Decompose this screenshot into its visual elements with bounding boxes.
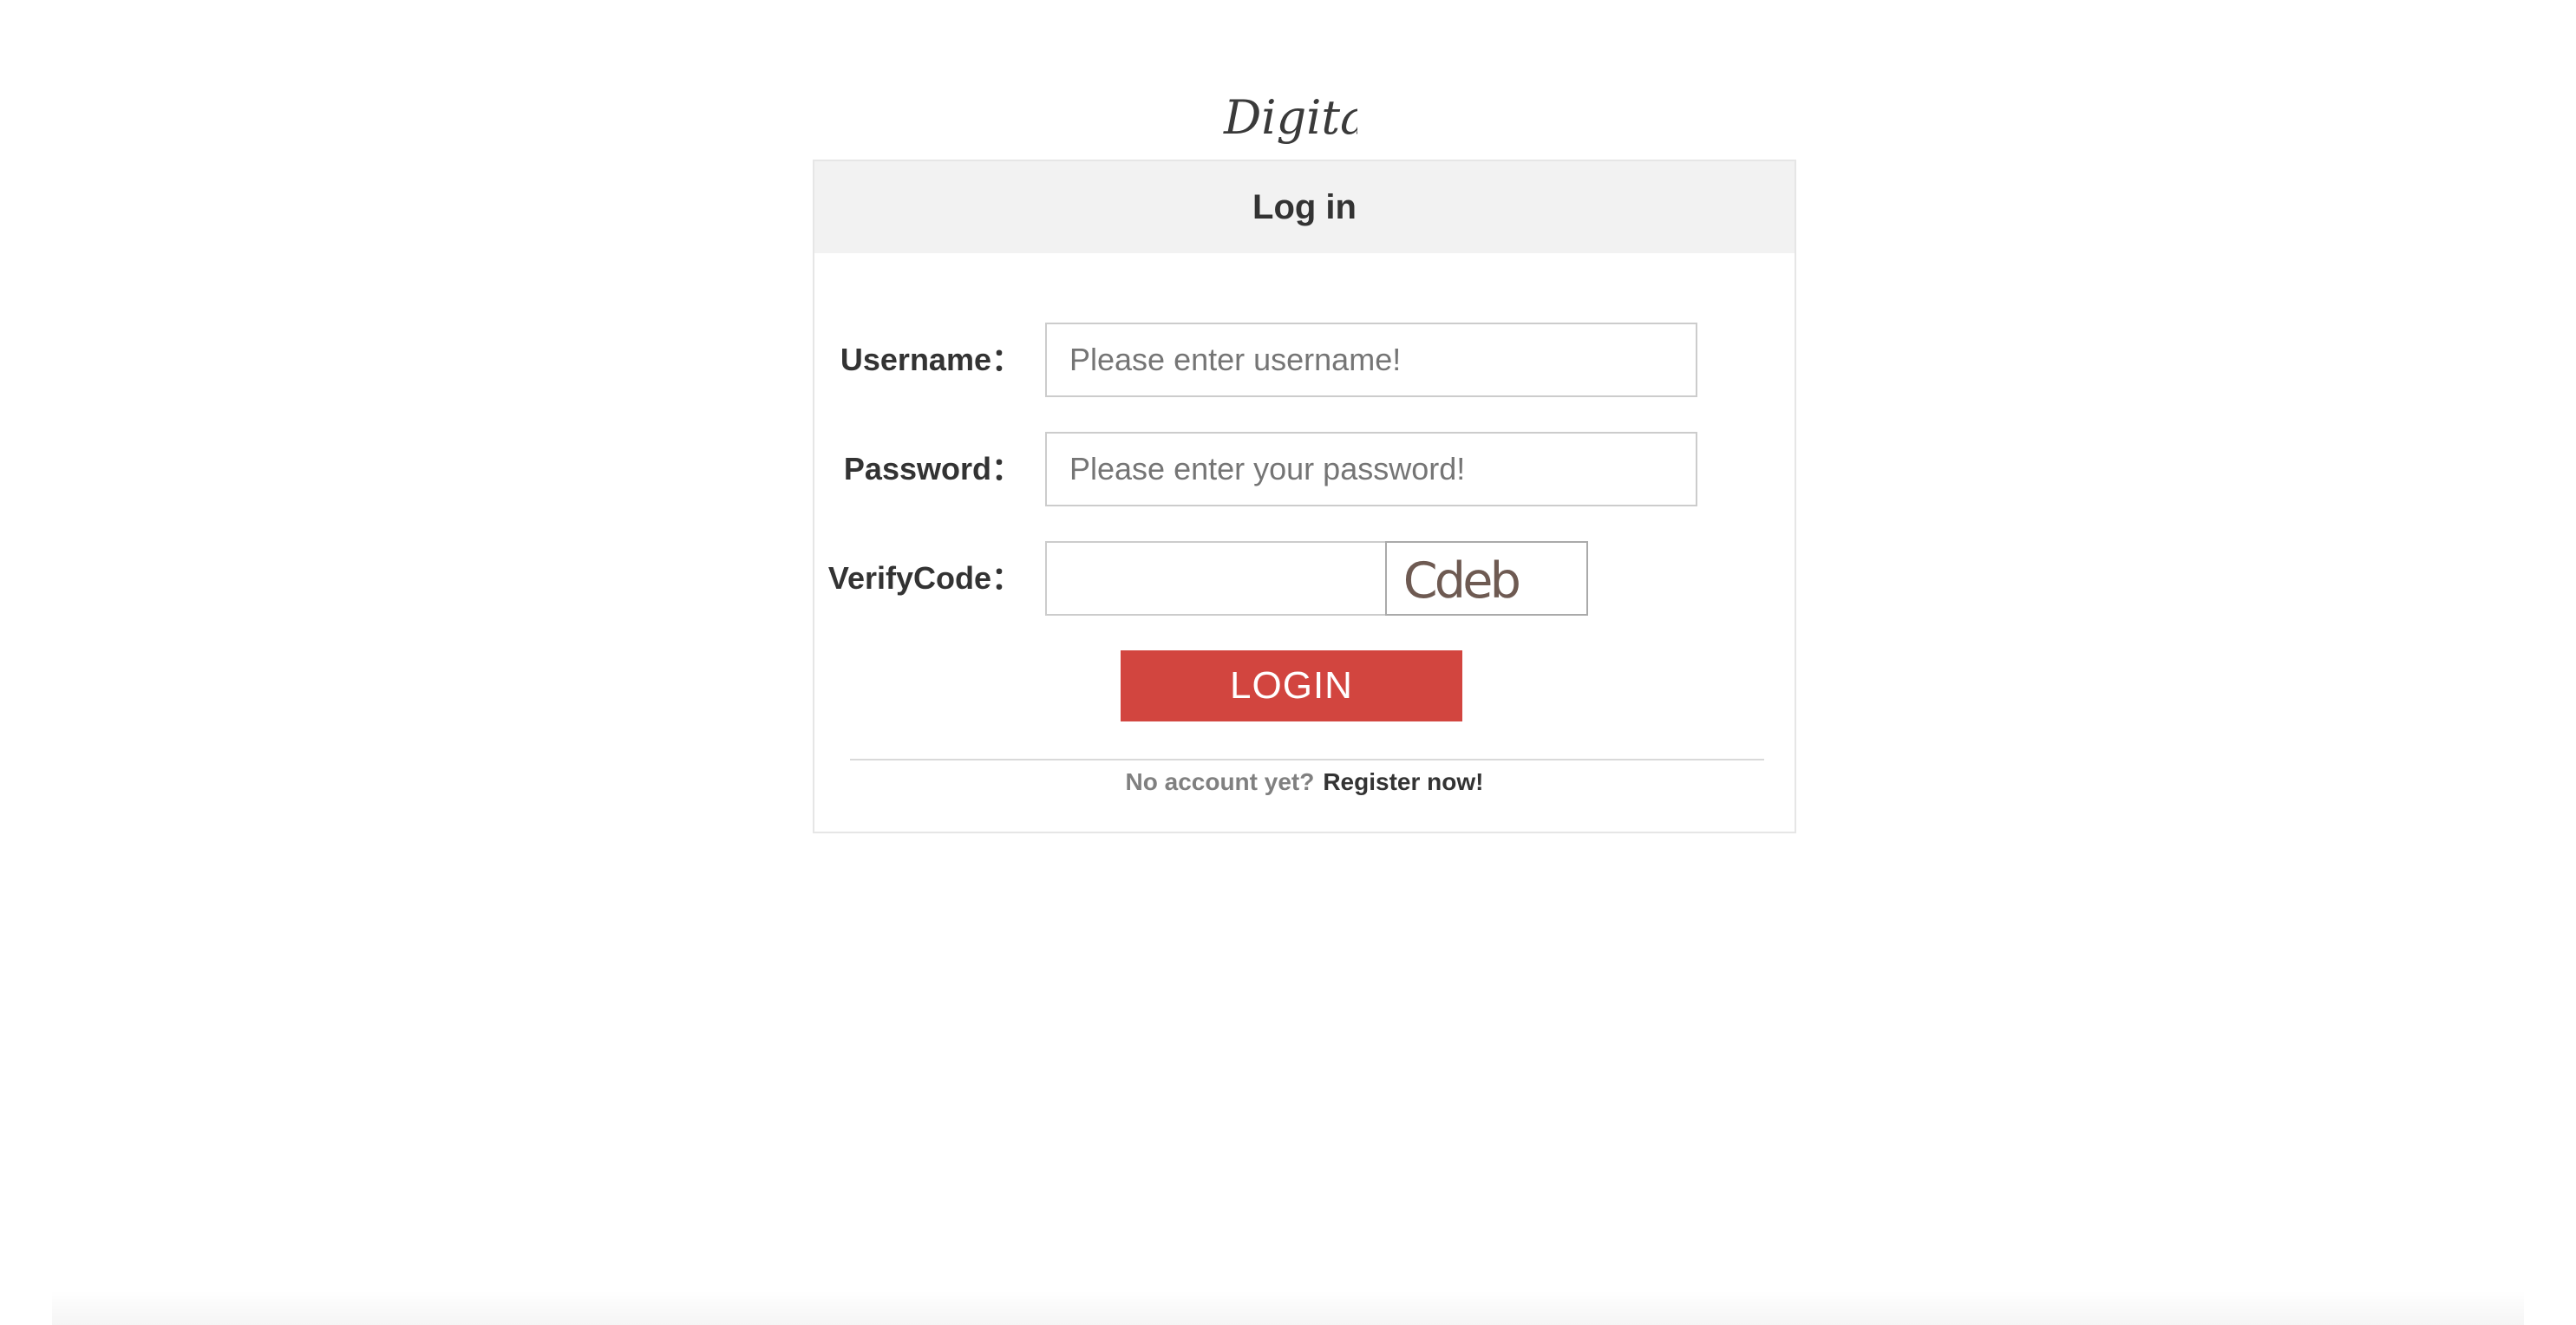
verify-code-row: VerifyCode： Cdeb xyxy=(814,541,1795,616)
register-link[interactable]: Register now! xyxy=(1323,768,1483,795)
login-panel: Log in Username： Password： VerifyCode： C… xyxy=(813,160,1796,833)
password-label: Password： xyxy=(843,451,1023,486)
verify-code-input[interactable] xyxy=(1045,541,1385,616)
register-prompt: No account yet? Register now! xyxy=(814,768,1795,796)
username-input[interactable] xyxy=(1045,323,1697,397)
digital-logo: Digital xyxy=(1219,76,1357,160)
verify-code-label: VerifyCode： xyxy=(827,560,1023,596)
svg-text:Cdeb: Cdeb xyxy=(1403,552,1520,610)
login-button[interactable]: LOGIN xyxy=(1121,650,1462,721)
captcha-image[interactable]: Cdeb xyxy=(1385,541,1588,616)
divider xyxy=(850,759,1764,760)
password-input[interactable] xyxy=(1045,432,1697,506)
svg-text:Digital: Digital xyxy=(1223,90,1357,145)
login-page: Digital Log in Username： Password： Verif… xyxy=(0,0,2576,1325)
username-row: Username： xyxy=(814,323,1795,397)
login-panel-title: Log in xyxy=(814,161,1795,253)
bottom-shadow xyxy=(52,1290,2524,1325)
username-label: Username： xyxy=(840,342,1023,377)
captcha-graphic: Cdeb xyxy=(1403,552,1523,610)
logo-signature: Digital xyxy=(1223,90,1357,145)
no-account-text: No account yet? xyxy=(1125,768,1315,795)
password-row: Password： xyxy=(814,432,1795,506)
